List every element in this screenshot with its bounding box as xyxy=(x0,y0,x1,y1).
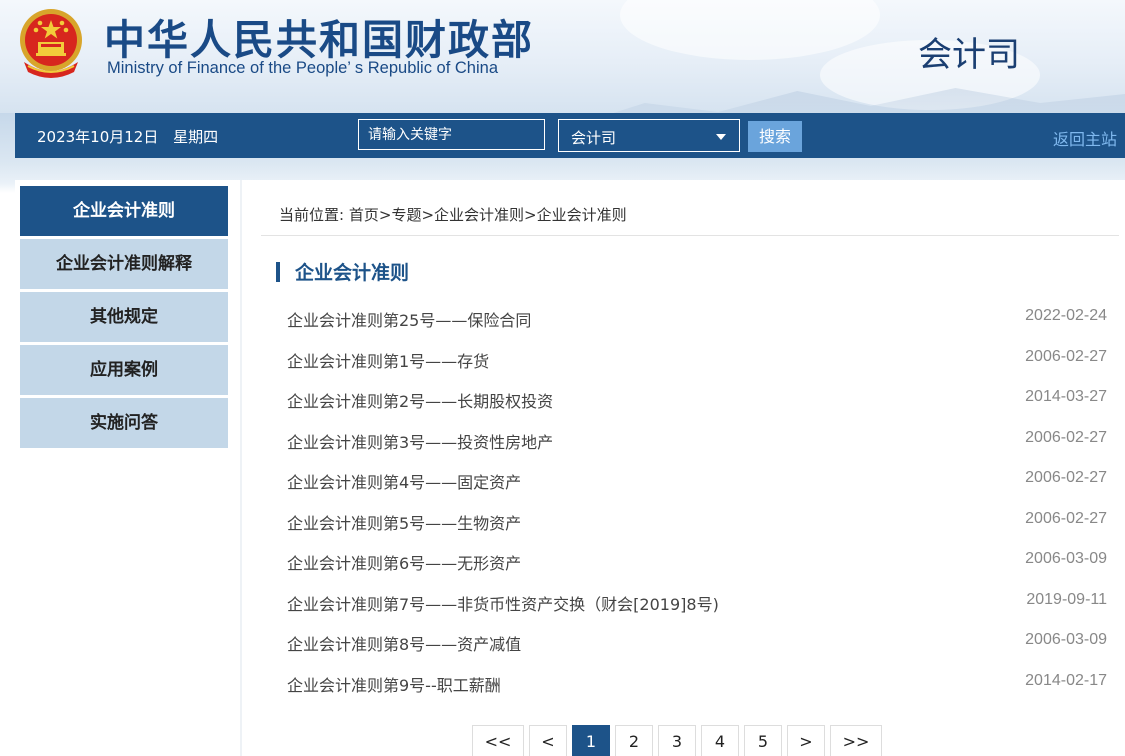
list-item: 企业会计准则第7号——非货币性资产交换（财会[2019]8号) 2019-09-1… xyxy=(287,588,1107,629)
article-title-link[interactable]: 企业会计准则第5号——生物资产 xyxy=(287,510,521,534)
section-title-text: 企业会计准则 xyxy=(295,262,410,284)
chevron-down-icon xyxy=(716,134,726,140)
list-item: 企业会计准则第6号——无形资产 2006-03-09 xyxy=(287,547,1107,588)
return-home-link[interactable]: 返回主站 xyxy=(1053,126,1117,150)
sidebar-divider xyxy=(240,180,242,756)
last-page-button[interactable]: >> xyxy=(830,725,882,756)
first-page-button[interactable]: << xyxy=(472,725,524,756)
section-title-marker xyxy=(276,262,280,282)
article-title-link[interactable]: 企业会计准则第1号——存货 xyxy=(287,348,489,372)
breadcrumb-home[interactable]: 首页 xyxy=(349,206,379,224)
breadcrumb-separator: > xyxy=(378,206,392,224)
article-list: 企业会计准则第25号——保险合同 2022-02-24 企业会计准则第1号——存货… xyxy=(287,304,1107,709)
current-date: 2023年10月12日 星期四 xyxy=(37,126,228,147)
department-name: 会计司 xyxy=(918,35,1020,75)
search-input[interactable] xyxy=(358,119,545,150)
article-title-link[interactable]: 企业会计准则第6号——无形资产 xyxy=(287,550,521,574)
breadcrumb-topic[interactable]: 专题 xyxy=(391,206,421,224)
weekday-text: 星期四 xyxy=(173,128,219,146)
prev-page-button[interactable]: < xyxy=(529,725,567,756)
list-item: 企业会计准则第8号——资产减值 2006-03-09 xyxy=(287,628,1107,669)
article-date: 2019-09-11 xyxy=(1026,590,1107,608)
article-date: 2022-02-24 xyxy=(1025,307,1107,324)
article-date: 2006-03-09 xyxy=(1025,631,1107,648)
article-title-link[interactable]: 企业会计准则第4号——固定资产 xyxy=(287,469,521,493)
main-content: 企业会计准则 企业会计准则解释 其他规定 应用案例 实施问答 当前位置: 首页>… xyxy=(15,180,1125,756)
date-text: 2023年10月12日 xyxy=(37,128,159,146)
list-item: 企业会计准则第2号——长期股权投资 2014-03-27 xyxy=(287,385,1107,426)
sidebar-item-other-regulations[interactable]: 其他规定 xyxy=(20,292,228,342)
pagination: << <1 2 3 4 5 > >> xyxy=(472,725,887,756)
article-date: 2014-03-27 xyxy=(1025,388,1107,405)
article-title-link[interactable]: 企业会计准则第2号——长期股权投资 xyxy=(287,388,553,412)
list-item: 企业会计准则第5号——生物资产 2006-02-27 xyxy=(287,507,1107,548)
sidebar-nav: 企业会计准则 企业会计准则解释 其他规定 应用案例 实施问答 xyxy=(20,186,228,451)
search-scope-value: 会计司 xyxy=(571,129,617,147)
breadcrumb: 当前位置: 首页>专题>企业会计准则>企业会计准则 xyxy=(279,204,627,225)
article-date: 2006-02-27 xyxy=(1025,469,1107,486)
site-header: 中华人民共和国财政部 Ministry of Finance of the Pe… xyxy=(0,0,1125,113)
breadcrumb-current[interactable]: 企业会计准则 xyxy=(537,206,627,224)
list-item: 企业会计准则第25号——保险合同 2022-02-24 xyxy=(287,304,1107,345)
breadcrumb-divider xyxy=(261,235,1119,236)
page-button-1[interactable]: 1 xyxy=(572,725,610,756)
search-scope-select[interactable]: 会计司 xyxy=(558,119,740,152)
sidebar-item-standards-interpretation[interactable]: 企业会计准则解释 xyxy=(20,239,228,289)
header-cloud-decoration xyxy=(620,0,880,60)
article-title-link[interactable]: 企业会计准则第7号——非货币性资产交换（财会[2019]8号) xyxy=(287,591,719,615)
section-title: 企业会计准则 xyxy=(276,258,409,285)
article-title-link[interactable]: 企业会计准则第8号——资产减值 xyxy=(287,631,521,655)
list-item: 企业会计准则第3号——投资性房地产 2006-02-27 xyxy=(287,426,1107,467)
breadcrumb-prefix: 当前位置: xyxy=(279,206,345,224)
national-emblem-icon[interactable] xyxy=(14,6,88,80)
sidebar-item-implementation-qa[interactable]: 实施问答 xyxy=(20,398,228,448)
article-title-link[interactable]: 企业会计准则第3号——投资性房地产 xyxy=(287,429,553,453)
list-item: 企业会计准则第4号——固定资产 2006-02-27 xyxy=(287,466,1107,507)
article-title-link[interactable]: 企业会计准则第25号——保险合同 xyxy=(287,307,531,331)
list-item: 企业会计准则第9号--职工薪酬 2014-02-17 xyxy=(287,669,1107,710)
breadcrumb-separator: > xyxy=(421,206,435,224)
sidebar-item-application-cases[interactable]: 应用案例 xyxy=(20,345,228,395)
next-page-button[interactable]: > xyxy=(787,725,825,756)
article-date: 2006-02-27 xyxy=(1025,509,1107,527)
search-button[interactable]: 搜索 xyxy=(748,121,802,152)
page-button-3[interactable]: 3 xyxy=(658,725,696,756)
breadcrumb-category[interactable]: 企业会计准则 xyxy=(434,206,524,224)
page-button-5[interactable]: 5 xyxy=(744,725,782,756)
article-date: 2006-03-09 xyxy=(1025,550,1107,567)
breadcrumb-separator: > xyxy=(524,206,537,224)
top-navbar: 2023年10月12日 星期四 会计司 搜索 返回主站 xyxy=(15,113,1125,158)
article-date: 2014-02-17 xyxy=(1025,671,1107,689)
page-button-2[interactable]: 2 xyxy=(615,725,653,756)
article-date: 2006-02-27 xyxy=(1025,347,1107,365)
article-title-link[interactable]: 企业会计准则第9号--职工薪酬 xyxy=(287,672,501,696)
page-button-4[interactable]: 4 xyxy=(701,725,739,756)
article-date: 2006-02-27 xyxy=(1025,428,1107,446)
site-title-en[interactable]: Ministry of Finance of the People’ s Rep… xyxy=(107,59,498,78)
site-title-cn[interactable]: 中华人民共和国财政部 xyxy=(104,6,534,66)
sidebar-item-accounting-standards[interactable]: 企业会计准则 xyxy=(20,186,228,236)
list-item: 企业会计准则第1号——存货 2006-02-27 xyxy=(287,345,1107,386)
